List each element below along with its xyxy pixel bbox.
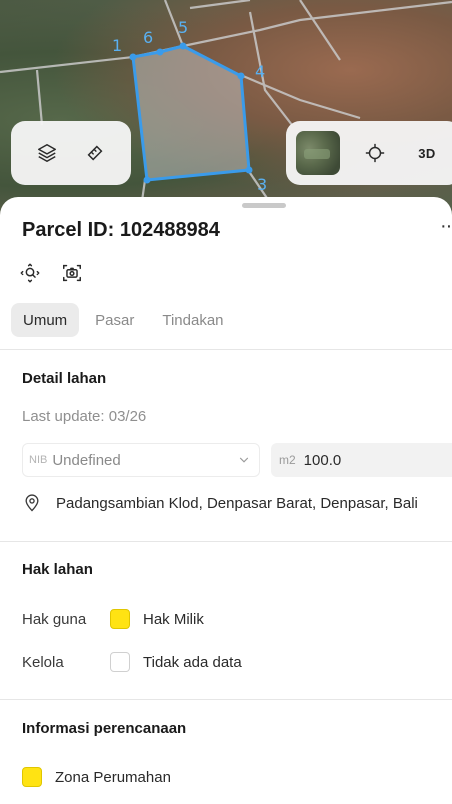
location-pin-icon [25,494,39,512]
last-update-text: Last update: 03/26 [22,408,147,425]
tab-pasar[interactable]: Pasar [83,303,146,337]
vertex-label-1: 1 [112,36,123,55]
zone-color-swatch [22,767,42,787]
nib-select[interactable]: NIB Undefined [22,443,260,477]
nib-prefix: NIB [29,454,48,466]
nib-value: Undefined [52,451,121,469]
vertex-label-3: 3 [257,175,268,194]
zoom-fit-icon [20,263,40,283]
map-tools-panel [11,121,131,185]
section-heading-detail: Detail lahan [22,370,107,387]
camera-icon [63,264,81,282]
layers-button[interactable] [30,136,64,170]
address-row: Padangsambian Klod, Denpasar Barat, Denp… [22,493,418,513]
basemap-thumbnail[interactable] [296,131,340,175]
locate-button[interactable] [358,136,392,170]
vertex-label-4: 4 [255,62,266,81]
hak-guna-color-swatch [110,609,130,629]
zone-row: Zona Perumahan [22,767,171,787]
vertex-label-5: 5 [178,18,189,37]
kelola-value: Tidak ada data [143,653,242,671]
area-field[interactable]: m2 100.0 [271,443,452,477]
kelola-color-swatch [110,652,130,672]
divider [0,541,452,542]
map-view-panel: 3D [286,121,452,185]
map-view[interactable]: 1 6 5 4 3 3D [0,0,452,215]
divider [0,349,452,350]
zoom-to-parcel-button[interactable] [18,261,42,285]
hak-guna-row: Hak guna Hak Milik [22,609,204,629]
chevron-down-icon [239,457,249,463]
zone-value: Zona Perumahan [55,768,171,786]
section-heading-hak: Hak lahan [22,561,93,578]
ruler-icon [87,145,103,161]
more-options-button[interactable]: ·· [440,215,452,238]
vertex-label-6: 6 [143,28,154,47]
parcel-detail-sheet: Parcel ID: 102488984 ·· Umum Pasar Tinda… [0,197,452,804]
divider [0,699,452,700]
mode-3d-label: 3D [418,145,436,161]
parcel-tools [18,261,84,285]
sheet-drag-handle[interactable] [242,203,286,208]
parcel-title: Parcel ID: 102488984 [22,219,220,241]
address-text: Padangsambian Klod, Denpasar Barat, Denp… [56,494,418,512]
screenshot-button[interactable] [60,261,84,285]
area-unit: m2 [279,453,296,467]
hak-guna-value: Hak Milik [143,610,204,628]
crosshair-icon [365,143,385,163]
kelola-row: Kelola Tidak ada data [22,652,242,672]
tab-umum[interactable]: Umum [11,303,80,337]
measure-button[interactable] [78,136,112,170]
mode-3d-button[interactable]: 3D [410,136,444,170]
tab-tindakan[interactable]: Tindakan [150,303,235,337]
detail-tabs: Umum Pasar Tindakan [11,303,236,337]
layers-icon [38,144,56,162]
area-value: 100.0 [303,451,342,469]
section-heading-planning: Informasi perencanaan [22,720,187,737]
parcel-polygon [131,44,251,182]
kelola-label: Kelola [22,653,64,671]
hak-guna-label: Hak guna [22,610,87,628]
